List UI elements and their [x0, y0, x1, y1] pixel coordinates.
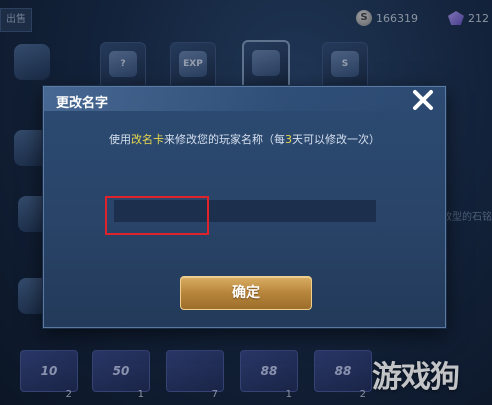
dialog-title: 更改名字	[56, 96, 109, 111]
instruction-suffix: 天可以修改一次）	[292, 133, 380, 146]
game-screen: 出售 S 166319 212 ? EXP S 改型的石铭 10 2 50 1 …	[0, 0, 492, 405]
instruction-prefix: 使用	[109, 133, 131, 146]
rename-instruction: 使用改名卡来修改您的玩家名称（每3天可以修改一次）	[44, 131, 445, 147]
rename-card-name: 改名卡	[131, 133, 164, 146]
instruction-middle: 来修改您的玩家名称（每	[164, 133, 285, 146]
cooldown-days: 3	[285, 133, 292, 146]
confirm-button[interactable]: 确定	[180, 276, 312, 310]
close-button[interactable]	[408, 85, 438, 115]
player-name-input[interactable]	[114, 200, 376, 222]
rename-dialog: 更改名字 使用改名卡来修改您的玩家名称（每3天可以修改一次） 确定	[43, 86, 446, 328]
close-icon	[413, 90, 433, 110]
watermark-logo: 游戏狗	[372, 360, 460, 395]
